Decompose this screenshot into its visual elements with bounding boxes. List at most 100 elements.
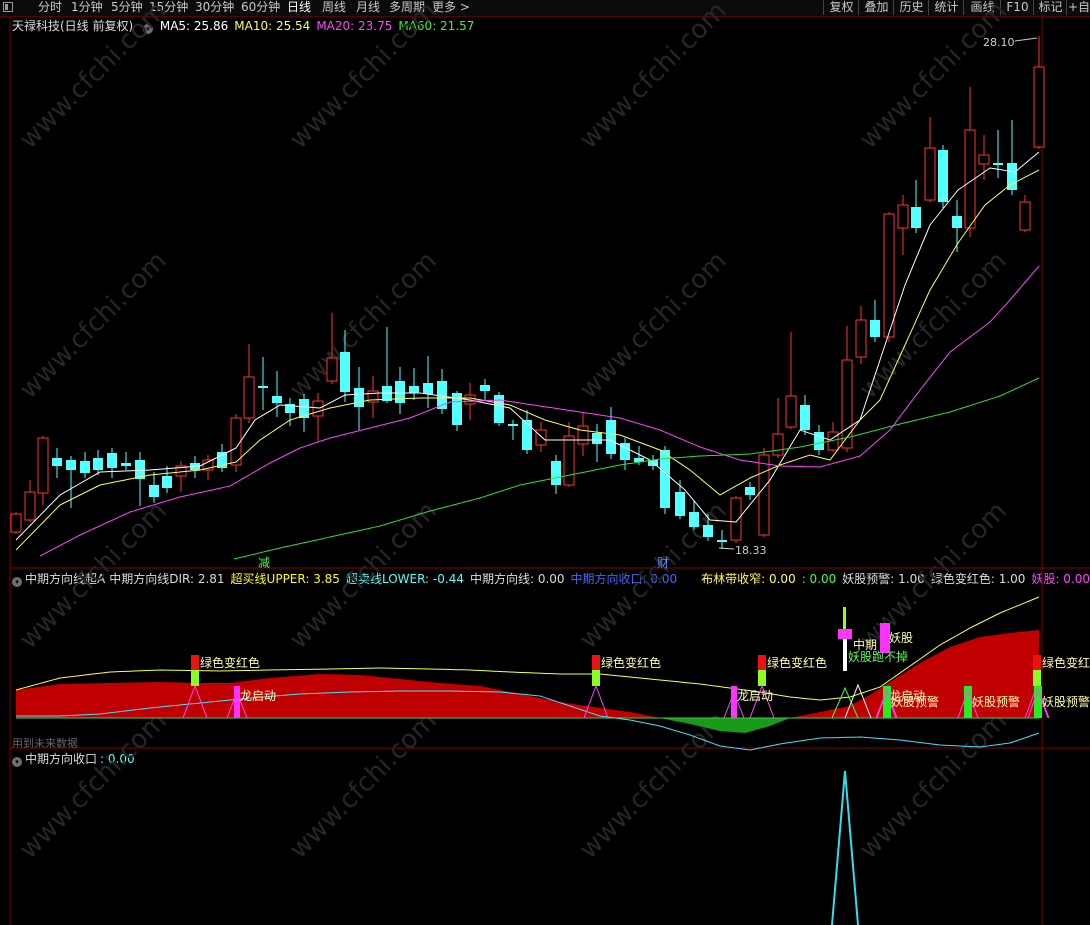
- mark-cai: 财: [657, 556, 669, 570]
- candle: [312, 393, 324, 442]
- gr-marker-red: [191, 655, 199, 670]
- candle-body: [772, 433, 784, 456]
- candle: [10, 512, 22, 534]
- watermark-8: www.cfchi.com: [14, 496, 173, 655]
- candle: [551, 455, 561, 494]
- candle-body: [494, 395, 504, 423]
- candle-body: [93, 458, 103, 470]
- green-to-red-label: 绿色变红色: [601, 655, 661, 670]
- watermark-10: www.cfchi.com: [574, 496, 733, 655]
- special-stick-magenta: [838, 629, 852, 639]
- candle-body: [480, 385, 490, 391]
- watermark-9: www.cfchi.com: [284, 496, 443, 655]
- candle-body: [230, 417, 242, 466]
- watermark-11: www.cfchi.com: [854, 496, 1013, 655]
- candle: [1019, 195, 1031, 232]
- convergence-spike: [831, 770, 859, 925]
- candle-body: [258, 386, 268, 388]
- gr-marker-red: [758, 655, 766, 670]
- watermark-14: www.cfchi.com: [574, 706, 733, 865]
- candle: [437, 369, 447, 414]
- candle: [800, 395, 810, 435]
- candle-body: [395, 381, 405, 403]
- candle-body: [326, 357, 338, 382]
- watermark-15: www.cfchi.com: [854, 706, 1013, 865]
- candle-body: [592, 433, 602, 444]
- candle: [508, 420, 518, 440]
- candle: [772, 398, 784, 458]
- green-to-red-label: 绿色变红: [1042, 655, 1090, 670]
- candle: [37, 436, 49, 505]
- watermark-13: www.cfchi.com: [284, 706, 443, 865]
- candle-body: [121, 463, 131, 466]
- candle-body: [107, 453, 117, 468]
- candle: [563, 422, 575, 487]
- candle-body: [80, 461, 90, 473]
- green-area: [660, 718, 790, 733]
- candle-body: [1019, 201, 1031, 231]
- candle: [162, 466, 172, 493]
- candle: [480, 379, 490, 400]
- gr-marker-green: [1033, 670, 1041, 686]
- candle: [93, 450, 103, 475]
- candle: [494, 392, 504, 426]
- demon-no-fall-label: 妖股跑不掉: [848, 650, 908, 664]
- candle-body: [577, 425, 589, 445]
- gr-marker-red: [1033, 655, 1041, 670]
- candle: [299, 394, 309, 432]
- candle: [870, 300, 880, 342]
- watermark-12: www.cfchi.com: [14, 706, 173, 865]
- candle: [107, 448, 117, 478]
- candle-body: [758, 454, 770, 536]
- low-price-arrow: [718, 547, 735, 550]
- candle-body: [563, 435, 575, 486]
- candle-body: [522, 420, 532, 450]
- chart-canvas[interactable]: www.cfchi.com www.cfchi.com www.cfchi.com w…: [0, 0, 1090, 925]
- candle-body: [354, 388, 364, 407]
- candle-body: [535, 429, 547, 446]
- low-price-label: 18.33: [735, 544, 767, 557]
- candle-body: [938, 150, 948, 202]
- candle: [409, 368, 419, 400]
- gr-marker-red: [592, 655, 600, 670]
- candle: [897, 195, 909, 255]
- watermark-3: www.cfchi.com: [854, 0, 1013, 155]
- candle-body: [24, 491, 36, 521]
- candle: [258, 357, 268, 410]
- candle: [964, 87, 976, 237]
- candle-body: [745, 487, 755, 495]
- candle: [827, 422, 839, 452]
- special-stick-white: [843, 639, 847, 671]
- gr-marker-green: [758, 670, 766, 686]
- candle: [924, 117, 936, 202]
- candle-body: [272, 396, 282, 403]
- candle: [592, 424, 602, 462]
- candle: [24, 480, 36, 522]
- candle: [938, 145, 948, 208]
- candle: [52, 448, 62, 478]
- demon-warning-label: 妖股预警: [972, 694, 1020, 709]
- candle-body: [870, 320, 880, 337]
- candle: [395, 367, 405, 414]
- candle-body: [911, 207, 921, 228]
- watermark-4: www.cfchi.com: [14, 246, 173, 405]
- candle-body: [149, 485, 159, 497]
- high-price-label: 28.10: [983, 36, 1015, 49]
- candle-body: [551, 461, 561, 485]
- special-stick-green: [843, 607, 846, 629]
- demon-warning-label: 妖股预警: [1042, 694, 1090, 709]
- candle-body: [978, 154, 990, 165]
- mark-jian: 减: [258, 556, 270, 570]
- candle-body: [897, 204, 909, 229]
- candle: [452, 391, 462, 431]
- high-price-arrow: [1014, 37, 1038, 42]
- candle: [993, 130, 1003, 178]
- candle: [66, 456, 76, 508]
- candle-body: [162, 476, 172, 488]
- candle-body: [409, 386, 419, 393]
- gr-marker-green: [191, 670, 199, 686]
- candle-body: [717, 540, 727, 542]
- candle: [382, 327, 392, 403]
- candle-body: [66, 460, 76, 470]
- candle: [814, 425, 824, 455]
